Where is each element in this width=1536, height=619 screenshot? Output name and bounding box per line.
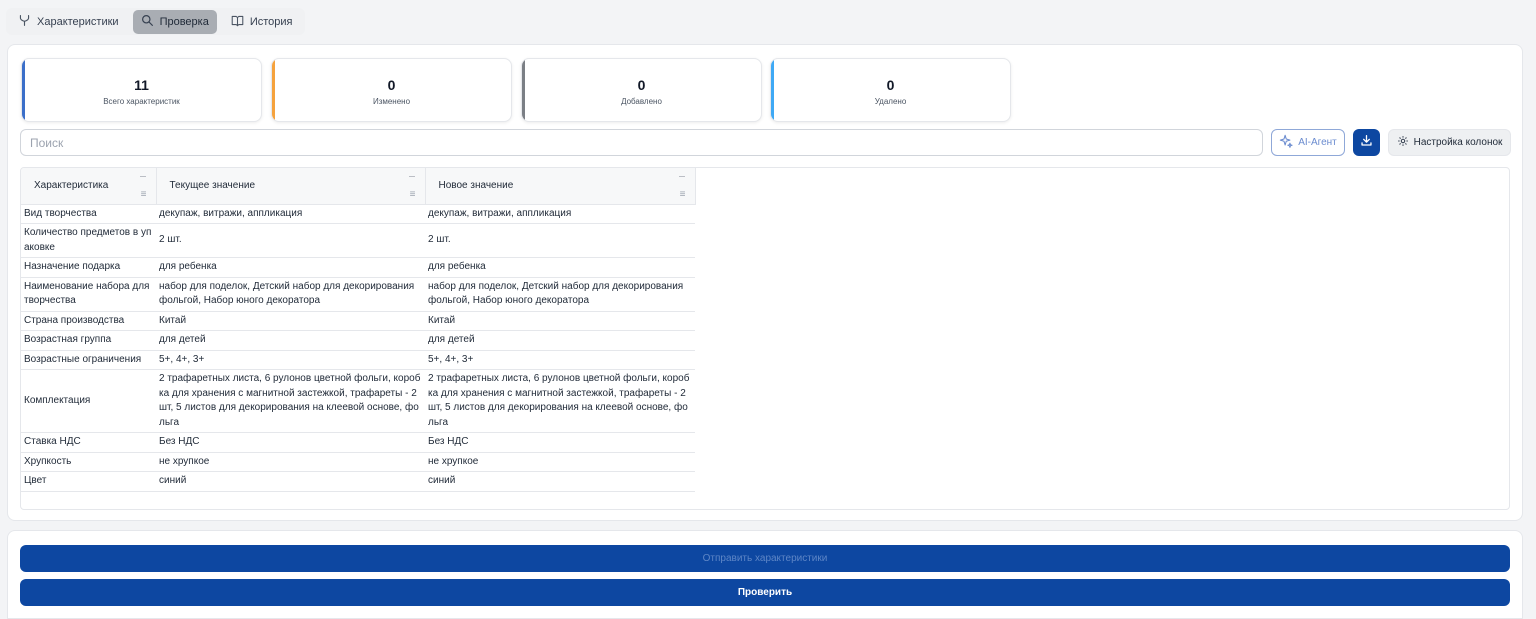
fork-icon [18,14,31,30]
column-title: Новое значение [438,180,514,192]
characteristics-table: Характеристика ··· ≡ Текущее значение ··… [20,167,1510,510]
tab-characteristics[interactable]: Характеристики [10,10,127,34]
stat-card-changed: 0 Изменено [271,58,512,122]
table-row[interactable]: Ставка НДС Без НДС Без НДС [21,432,695,453]
column-header-characteristic[interactable]: Характеристика ··· ≡ [21,168,157,205]
download-button[interactable] [1353,129,1380,156]
cell-new-value: 2 трафаретных листа, 6 рулонов цветной ф… [425,369,695,433]
column-options-icon[interactable]: ··· [409,171,416,181]
column-options-icon[interactable]: ··· [679,171,686,181]
tab-label: Проверка [159,16,209,28]
cell-current-value: 2 шт. [156,223,425,258]
cell-characteristic: Назначение подарка [21,257,156,278]
cell-new-value: набор для поделок, Детский набор для дек… [425,277,695,312]
stat-accent-bar [771,59,774,121]
cell-current-value: Китай [156,311,425,331]
stat-accent-bar [22,59,25,121]
stat-label: Всего характеристик [103,97,180,106]
stat-value: 0 [637,77,646,93]
column-menu-icon[interactable]: ≡ [680,189,686,199]
cell-new-value: 5+, 4+, 3+ [425,350,695,370]
cell-characteristic: Количество предметов в упаковке [21,223,156,258]
table-row[interactable]: Вид творчества декупаж, витражи, апплика… [21,204,695,224]
search-icon [141,14,154,30]
cell-characteristic: Комплектация [21,369,156,433]
ai-agent-button[interactable]: AI-Агент [1271,129,1345,156]
cell-characteristic: Вид творчества [21,204,156,224]
action-footer: Отправить характеристики Проверить [7,530,1523,619]
table-row[interactable]: Назначение подарка для ребенка для ребен… [21,257,695,278]
book-icon [231,14,244,30]
stat-card-removed: 0 Удалено [770,58,1011,122]
column-settings-button[interactable]: Настройка колонок [1388,129,1511,156]
stat-value: 0 [387,77,396,93]
tab-history[interactable]: История [223,10,301,34]
table-header-row: Характеристика ··· ≡ Текущее значение ··… [21,168,696,205]
column-header-current-value[interactable]: Текущее значение ··· ≡ [156,168,426,205]
cell-new-value: Без НДС [425,432,695,453]
column-header-new-value[interactable]: Новое значение ··· ≡ [425,168,696,205]
cell-characteristic: Наименование набора для творчества [21,277,156,312]
cell-characteristic: Ставка НДС [21,432,156,453]
cell-characteristic: Возрастные ограничения [21,350,156,370]
column-menu-icon[interactable]: ≡ [410,189,416,199]
send-characteristics-button[interactable]: Отправить характеристики [20,545,1510,572]
sparkle-icon [1279,134,1293,151]
table-row[interactable]: Страна производства Китай Китай [21,311,695,331]
table-row[interactable]: Возрастная группа для детей для детей [21,330,695,351]
cell-characteristic: Цвет [21,471,156,492]
cell-current-value: набор для поделок, Детский набор для дек… [156,277,425,312]
gear-icon [1397,135,1409,150]
stat-value: 0 [886,77,895,93]
stat-value: 11 [134,77,149,93]
cell-current-value: 2 трафаретных листа, 6 рулонов цветной ф… [156,369,425,433]
cell-characteristic: Страна производства [21,311,156,331]
stat-card-added: 0 Добавлено [521,58,762,122]
tab-label: История [249,16,293,28]
table-row[interactable]: Количество предметов в упаковке 2 шт. 2 … [21,223,695,258]
ai-agent-label: AI-Агент [1298,137,1337,148]
cell-current-value: Без НДС [156,432,425,453]
stat-card-total: 11 Всего характеристик [21,58,262,122]
cell-current-value: декупаж, витражи, аппликация [156,204,425,224]
stat-label: Изменено [372,97,411,106]
cell-new-value: Китай [425,311,695,331]
stat-label: Удалено [874,97,907,106]
check-button[interactable]: Проверить [20,579,1510,606]
tab-check[interactable]: Проверка [132,10,217,34]
cell-new-value: декупаж, витражи, аппликация [425,204,695,224]
cell-current-value: 5+, 4+, 3+ [156,350,425,370]
cell-current-value: синий [156,471,425,492]
cell-current-value: для детей [156,330,425,351]
column-menu-icon[interactable]: ≡ [141,189,147,199]
column-title: Текущее значение [169,180,256,192]
cell-new-value: 2 шт. [425,223,695,258]
table-row[interactable]: Комплектация 2 трафаретных листа, 6 руло… [21,369,695,433]
check-panel: 11 Всего характеристик 0 Изменено 0 Доба… [7,44,1523,521]
cell-new-value: не хрупкое [425,452,695,472]
column-options-icon[interactable]: ··· [140,171,147,181]
cell-current-value: для ребенка [156,257,425,278]
stat-label: Добавлено [621,97,662,106]
search-input[interactable] [20,129,1263,156]
cell-characteristic: Возрастная группа [21,330,156,351]
download-icon [1360,134,1373,152]
column-settings-label: Настройка колонок [1413,137,1503,148]
cell-new-value: синий [425,471,695,492]
stat-accent-bar [272,59,275,121]
table-row[interactable]: Цвет синий синий [21,471,695,492]
stat-accent-bar [522,59,525,121]
cell-new-value: для ребенка [425,257,695,278]
cell-current-value: не хрупкое [156,452,425,472]
view-tabs: Характеристики Проверка История [6,8,305,35]
cell-new-value: для детей [425,330,695,351]
table-row[interactable]: Наименование набора для творчества набор… [21,277,695,312]
column-title: Характеристика [34,180,109,192]
tab-label: Характеристики [37,16,119,28]
table-row[interactable]: Возрастные ограничения 5+, 4+, 3+ 5+, 4+… [21,350,695,370]
cell-characteristic: Хрупкость [21,452,156,472]
table-row[interactable]: Хрупкость не хрупкое не хрупкое [21,452,695,472]
